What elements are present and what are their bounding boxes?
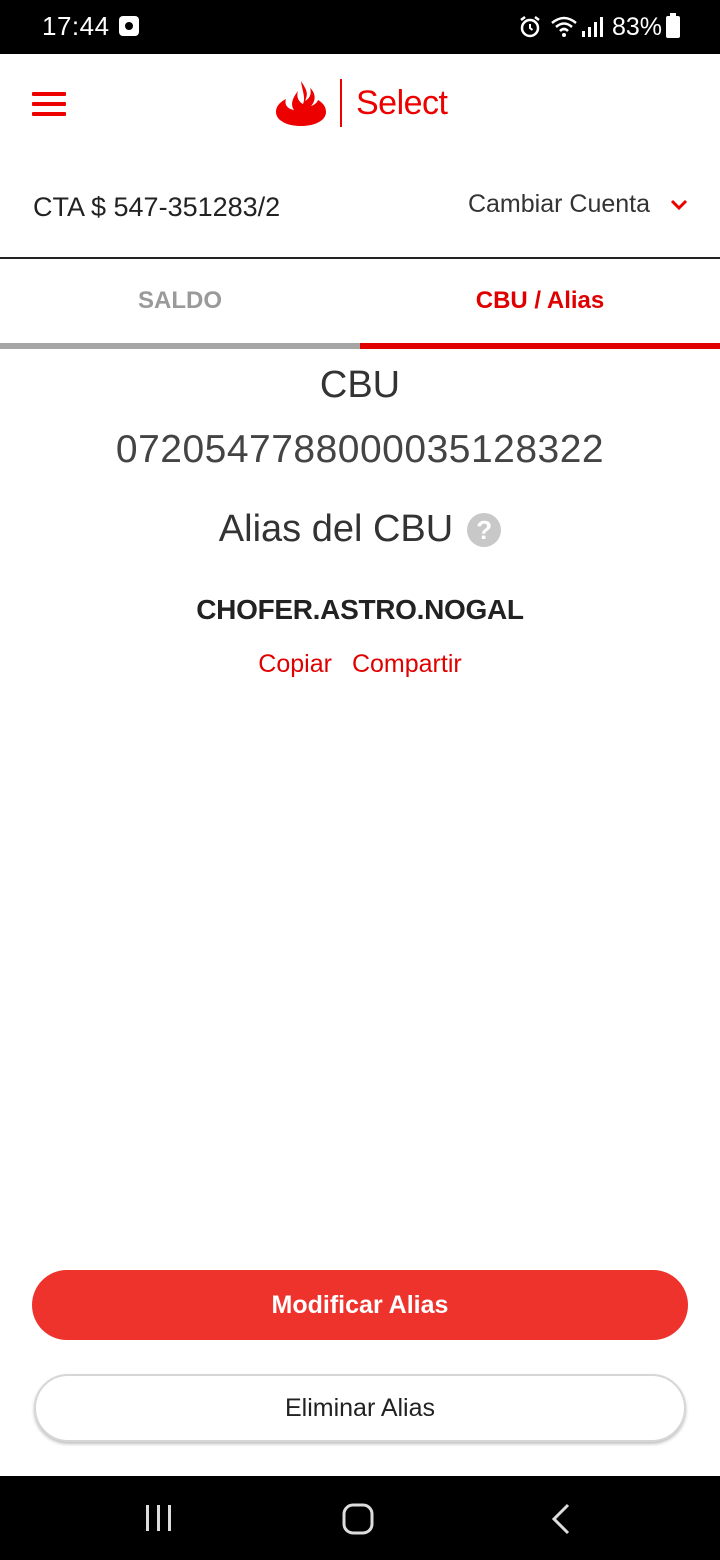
santander-logo: Select (276, 78, 448, 128)
alias-value: CHOFER.ASTRO.NOGAL (196, 594, 524, 625)
navigation-bar (0, 1476, 720, 1560)
change-account-button[interactable]: Cambiar Cuenta (468, 190, 688, 219)
battery-icon (666, 13, 680, 38)
tab-saldo-label: SALDO (138, 287, 222, 314)
alarm-icon (520, 16, 540, 38)
cbu-number: 0720547788000035128322 (115, 428, 605, 471)
help-icon[interactable]: ? (467, 512, 502, 547)
tab-cbu-alias-label: CBU / Alias (475, 287, 605, 314)
tab-saldo[interactable]: SALDO (0, 259, 360, 349)
battery-level: 83% (611, 12, 662, 41)
account-number: CTA $ 547-351283/2 (33, 192, 281, 222)
alias-heading: Alias del CBU ? (0, 508, 720, 551)
share-link[interactable]: Compartir (352, 650, 462, 679)
menu-icon[interactable] (32, 92, 66, 116)
wifi-icon (551, 16, 577, 37)
modify-alias-button[interactable]: Modificar Alias (32, 1270, 688, 1340)
cbu-heading: CBU (319, 364, 401, 406)
change-account-label: Cambiar Cuenta (467, 190, 650, 218)
back-icon[interactable] (548, 1502, 574, 1536)
recent-apps-icon[interactable] (144, 1503, 174, 1533)
status-icons: 83% (518, 10, 680, 44)
home-icon[interactable] (341, 1502, 375, 1536)
tab-cbu-alias-underline (360, 343, 720, 349)
delete-alias-button[interactable]: Eliminar Alias (34, 1374, 686, 1442)
chevron-down-icon (670, 199, 688, 210)
alias-heading-text: Alias del CBU (218, 508, 454, 550)
brand-name: Select (356, 83, 448, 122)
santander-flame-logo (276, 81, 326, 126)
logo-separator (340, 79, 342, 127)
signal-icon (581, 17, 603, 37)
status-bar: 17:44 83% (0, 0, 720, 54)
tab-saldo-underline (0, 343, 360, 349)
copy-link[interactable]: Copiar (258, 650, 332, 679)
alias-actions: Copiar Compartir (0, 650, 720, 679)
screen: 17:44 83% Select CTA $ 547-351283/2 Camb… (0, 0, 720, 1560)
tab-cbu-alias[interactable]: CBU / Alias (360, 259, 720, 349)
notification-icon (119, 16, 139, 36)
status-time: 17:44 (42, 11, 110, 41)
